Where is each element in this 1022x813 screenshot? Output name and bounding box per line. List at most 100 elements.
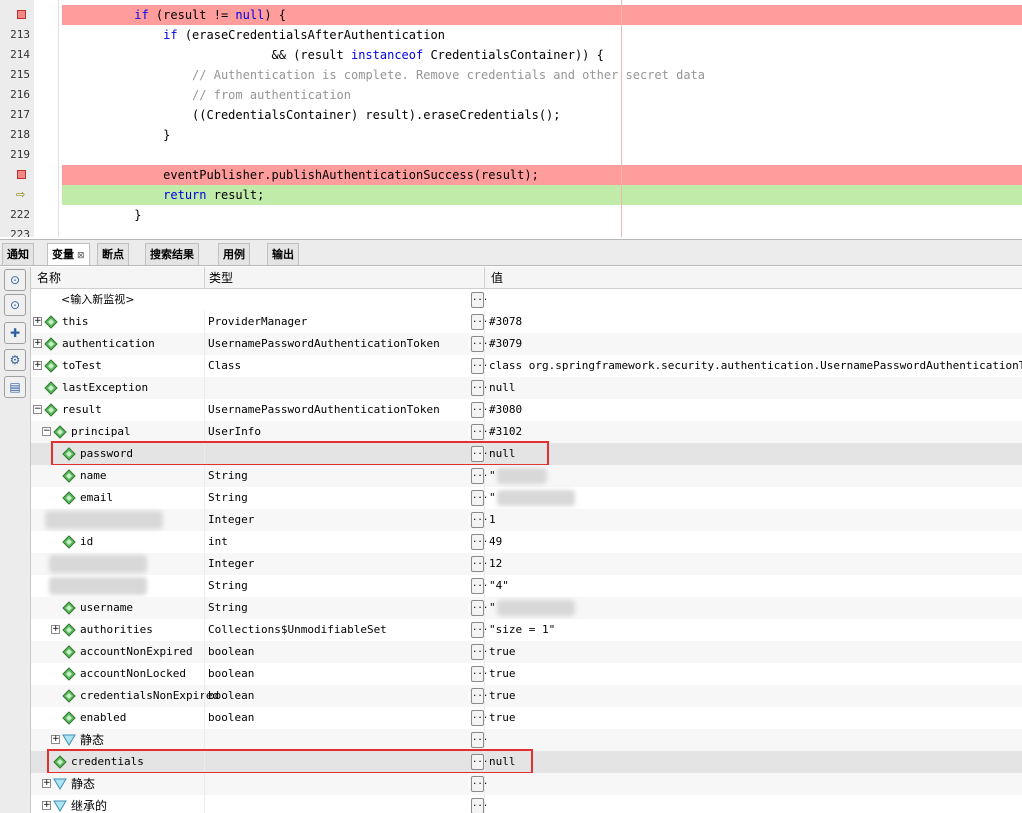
new-watch-row[interactable]: <输入新监视> ... bbox=[31, 289, 1022, 311]
edit-value-button[interactable]: ... bbox=[471, 688, 488, 704]
variable-name[interactable]: accountNonLocked bbox=[80, 663, 186, 685]
line-number[interactable]: 216 bbox=[0, 85, 30, 105]
table-icon[interactable]: ▤ bbox=[4, 376, 26, 398]
edit-value-button[interactable]: ... bbox=[471, 490, 488, 506]
variable-name[interactable]: username bbox=[80, 597, 133, 619]
table-row[interactable]: credentials... null bbox=[31, 749, 1022, 774]
table-row[interactable]: − principal UserInfo... #3102 bbox=[31, 421, 1022, 443]
edit-value-button[interactable]: ... bbox=[471, 380, 488, 396]
expand-icon[interactable]: + bbox=[33, 361, 42, 370]
line-number[interactable]: 218 bbox=[0, 125, 30, 145]
variable-name[interactable]: accountNonExpired bbox=[80, 641, 193, 663]
edit-value-button[interactable]: ... bbox=[471, 534, 488, 550]
edit-value-button[interactable]: ... bbox=[471, 512, 488, 528]
edit-value-button[interactable]: ... bbox=[471, 644, 488, 660]
variable-value[interactable]: true bbox=[489, 641, 516, 663]
variable-name[interactable]: email bbox=[80, 487, 113, 509]
table-row[interactable]: credentialsNonExpired boolean... true bbox=[31, 685, 1022, 707]
edit-value-button[interactable]: ... bbox=[471, 622, 488, 638]
edit-value-button[interactable]: ... bbox=[471, 798, 488, 813]
table-row[interactable]: id int... 49 bbox=[31, 531, 1022, 553]
edit-value-button[interactable]: ... bbox=[471, 424, 488, 440]
variable-name[interactable]: authentication bbox=[62, 333, 155, 355]
line-number[interactable]: 219 bbox=[0, 145, 30, 165]
variable-value[interactable]: 49 bbox=[489, 531, 502, 553]
variable-name[interactable]: enabled bbox=[80, 707, 126, 729]
variable-name[interactable]: name bbox=[80, 465, 107, 487]
code-line[interactable]: 214 && (result instanceof CredentialsCon… bbox=[0, 45, 1022, 65]
line-number[interactable]: 222 bbox=[0, 205, 30, 225]
edit-value-button[interactable]: ... bbox=[471, 468, 488, 484]
variable-value[interactable]: true bbox=[489, 685, 516, 707]
variable-name[interactable]: toTest bbox=[62, 355, 102, 377]
line-number[interactable]: 214 bbox=[0, 45, 30, 65]
tab-4[interactable]: 用例 bbox=[218, 243, 250, 265]
code-text[interactable]: // from authentication bbox=[62, 85, 351, 105]
variable-value[interactable]: " bbox=[489, 465, 496, 487]
table-row[interactable]: lastException... null bbox=[31, 377, 1022, 399]
column-header-name[interactable]: 名称 bbox=[37, 267, 61, 289]
variable-name[interactable]: id bbox=[80, 531, 93, 553]
breakpoint-icon[interactable] bbox=[17, 170, 26, 179]
variable-name[interactable]: 静态 bbox=[80, 729, 104, 751]
column-header-type[interactable]: 类型 bbox=[209, 267, 233, 289]
variable-value[interactable]: " bbox=[489, 487, 496, 509]
collapse-icon[interactable]: − bbox=[33, 405, 42, 414]
tab-2[interactable]: 断点 bbox=[97, 243, 129, 265]
code-line[interactable]: 213 if (eraseCredentialsAfterAuthenticat… bbox=[0, 25, 1022, 45]
new-watch-placeholder[interactable]: <输入新监视> bbox=[61, 289, 134, 311]
code-text[interactable]: if (eraseCredentialsAfterAuthentication bbox=[62, 25, 445, 45]
tab-1[interactable]: 变量 ⊠ bbox=[47, 243, 90, 265]
column-header-value[interactable]: 值 bbox=[491, 267, 503, 289]
variable-value[interactable]: true bbox=[489, 707, 516, 729]
table-row[interactable]: Integer... 1 bbox=[31, 509, 1022, 531]
table-row[interactable]: accountNonLocked boolean... true bbox=[31, 663, 1022, 685]
code-text[interactable]: } bbox=[62, 205, 141, 225]
table-row[interactable]: + 继承的... bbox=[31, 795, 1022, 813]
variable-value[interactable]: 12 bbox=[489, 553, 502, 575]
code-text[interactable]: // Authentication is complete. Remove cr… bbox=[62, 65, 705, 85]
code-line[interactable]: ⇨ return result; bbox=[0, 185, 1022, 205]
table-row[interactable]: − result UsernamePasswordAuthenticationTok… bbox=[31, 399, 1022, 421]
expand-icon[interactable]: + bbox=[51, 625, 60, 634]
settings-icon[interactable]: ⚙ bbox=[4, 349, 26, 371]
code-line[interactable]: if (result != null) { bbox=[0, 5, 1022, 25]
code-editor[interactable]: if (result != null) {213 if (eraseCreden… bbox=[0, 0, 1022, 237]
variable-value[interactable]: "size = 1" bbox=[489, 619, 555, 641]
variable-value[interactable]: 1 bbox=[489, 509, 496, 531]
table-row[interactable]: + 静态... bbox=[31, 773, 1022, 795]
breakpoint-icon[interactable] bbox=[17, 10, 26, 19]
expand-icon[interactable]: + bbox=[42, 801, 51, 810]
edit-value-button[interactable]: ... bbox=[471, 556, 488, 572]
variable-name[interactable]: 静态 bbox=[71, 773, 95, 795]
code-text[interactable]: return result; bbox=[62, 185, 264, 205]
edit-value-button[interactable]: ... bbox=[471, 600, 488, 616]
line-number[interactable]: 217 bbox=[0, 105, 30, 125]
edit-value-button[interactable]: ... bbox=[471, 314, 488, 330]
table-row[interactable]: + authentication UsernamePasswordAuthentic… bbox=[31, 333, 1022, 355]
add-watch-icon[interactable]: ✚ bbox=[4, 322, 26, 344]
table-row[interactable]: email String... " bbox=[31, 487, 1022, 509]
edit-value-button[interactable]: ... bbox=[471, 402, 488, 418]
line-number[interactable]: 215 bbox=[0, 65, 30, 85]
table-row[interactable]: password... null bbox=[31, 441, 1022, 466]
code-line[interactable]: 218 } bbox=[0, 125, 1022, 145]
table-row[interactable]: + this ProviderManager... #3078 bbox=[31, 311, 1022, 333]
variable-name[interactable]: authorities bbox=[80, 619, 153, 641]
watch-icon[interactable]: ⊙ bbox=[4, 294, 26, 316]
variable-value[interactable]: true bbox=[489, 663, 516, 685]
variable-value[interactable]: #3102 bbox=[489, 421, 522, 443]
table-row[interactable]: Integer... 12 bbox=[31, 553, 1022, 575]
table-row[interactable]: username String... " bbox=[31, 597, 1022, 619]
table-row[interactable]: + toTest Class... class org.springframework… bbox=[31, 355, 1022, 377]
variable-name[interactable]: credentialsNonExpired bbox=[80, 685, 219, 707]
code-text[interactable]: eventPublisher.publishAuthenticationSucc… bbox=[62, 165, 539, 185]
code-line[interactable]: 223 bbox=[0, 225, 1022, 237]
watch-icon[interactable]: ⊙ bbox=[4, 269, 26, 291]
edit-value-button[interactable]: ... bbox=[471, 776, 488, 792]
collapse-icon[interactable]: − bbox=[42, 427, 51, 436]
expand-icon[interactable]: + bbox=[33, 317, 42, 326]
edit-value-button[interactable]: ... bbox=[471, 578, 488, 594]
table-row[interactable]: name String... " bbox=[31, 465, 1022, 487]
code-line[interactable]: 222 } bbox=[0, 205, 1022, 225]
